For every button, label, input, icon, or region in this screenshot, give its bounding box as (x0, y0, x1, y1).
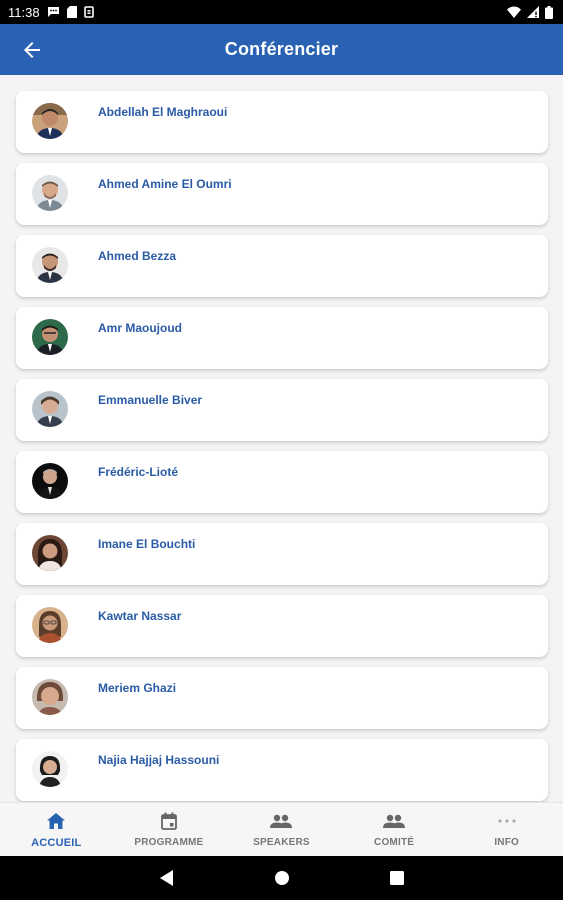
people-icon (270, 811, 293, 831)
nav-label: INFO (494, 837, 520, 848)
avatar (32, 535, 68, 571)
speaker-name: Kawtar Nassar (98, 609, 182, 623)
nav-item-programme[interactable]: PROGRAMME (113, 803, 226, 856)
nav-label: ACCUEIL (31, 837, 82, 849)
wifi-icon (507, 6, 521, 18)
back-button[interactable] (18, 36, 46, 64)
speaker-card[interactable]: Imane El Bouchti (16, 523, 548, 585)
avatar (32, 175, 68, 211)
shield-icon (83, 6, 94, 18)
speaker-card[interactable]: Ahmed Bezza (16, 235, 548, 297)
avatar (32, 751, 68, 787)
speaker-card[interactable]: Kawtar Nassar (16, 595, 548, 657)
speaker-list[interactable]: Abdellah El Maghraoui Ahmed Amine El Oum… (0, 75, 563, 802)
nav-item-accueil[interactable]: ACCUEIL (0, 803, 113, 856)
avatar (32, 103, 68, 139)
avatar (32, 247, 68, 283)
people-icon (383, 811, 406, 831)
nav-label: COMITÉ (374, 837, 415, 848)
status-bar: 11:38 (0, 0, 563, 24)
battery-icon (545, 5, 553, 19)
more-horizontal-icon (498, 811, 516, 831)
signal-icon (527, 6, 539, 18)
sim-card-icon (66, 6, 77, 18)
arrow-back-icon (24, 42, 40, 58)
nav-label: SPEAKERS (253, 837, 310, 848)
calendar-icon (160, 811, 177, 831)
chat-bubble-icon (47, 6, 60, 18)
status-time: 11:38 (8, 4, 40, 20)
app-bar: Conférencier (0, 24, 563, 75)
nav-label: PROGRAMME (134, 837, 204, 848)
bottom-navigation: ACCUEIL PROGRAMME SPEAKERS COMITÉ INFO (0, 802, 563, 856)
nav-item-speakers[interactable]: SPEAKERS (225, 803, 338, 856)
avatar (32, 679, 68, 715)
system-back-button[interactable] (159, 870, 174, 886)
speaker-card[interactable]: Meriem Ghazi (16, 667, 548, 729)
nav-item-info[interactable]: INFO (450, 803, 563, 856)
system-recents-button[interactable] (389, 871, 404, 885)
speaker-card[interactable]: Amr Maoujoud (16, 307, 548, 369)
speaker-card[interactable]: Ahmed Amine El Oumri (16, 163, 548, 225)
speaker-name: Ahmed Amine El Oumri (98, 177, 232, 191)
speaker-name: Amr Maoujoud (98, 321, 182, 335)
status-right (507, 5, 553, 19)
speaker-name: Meriem Ghazi (98, 681, 177, 695)
speaker-name: Najia Hajjaj Hassouni (98, 753, 220, 767)
avatar (32, 319, 68, 355)
speaker-name: Ahmed Bezza (98, 249, 177, 263)
recents-square-icon (389, 871, 404, 885)
speaker-name: Imane El Bouchti (98, 537, 196, 551)
avatar (32, 391, 68, 427)
speaker-card[interactable]: Frédéric-Lioté (16, 451, 548, 513)
page-title: Conférencier (224, 39, 339, 59)
speaker-card[interactable]: Abdellah El Maghraoui (16, 91, 548, 153)
home-icon (47, 811, 66, 831)
speaker-name: Frédéric-Lioté (98, 465, 179, 479)
speaker-name: Emmanuelle Biver (98, 393, 203, 407)
system-home-button[interactable] (274, 870, 290, 886)
avatar (32, 607, 68, 643)
speaker-name: Abdellah El Maghraoui (98, 105, 228, 119)
back-triangle-icon (159, 870, 173, 886)
system-navigation-bar (0, 856, 563, 900)
status-left: 11:38 (8, 5, 94, 20)
home-circle-icon (274, 871, 289, 885)
speaker-card[interactable]: Najia Hajjaj Hassouni (16, 739, 548, 801)
speaker-card[interactable]: Emmanuelle Biver (16, 379, 548, 441)
avatar (32, 463, 68, 499)
nav-item-comite[interactable]: COMITÉ (338, 803, 451, 856)
